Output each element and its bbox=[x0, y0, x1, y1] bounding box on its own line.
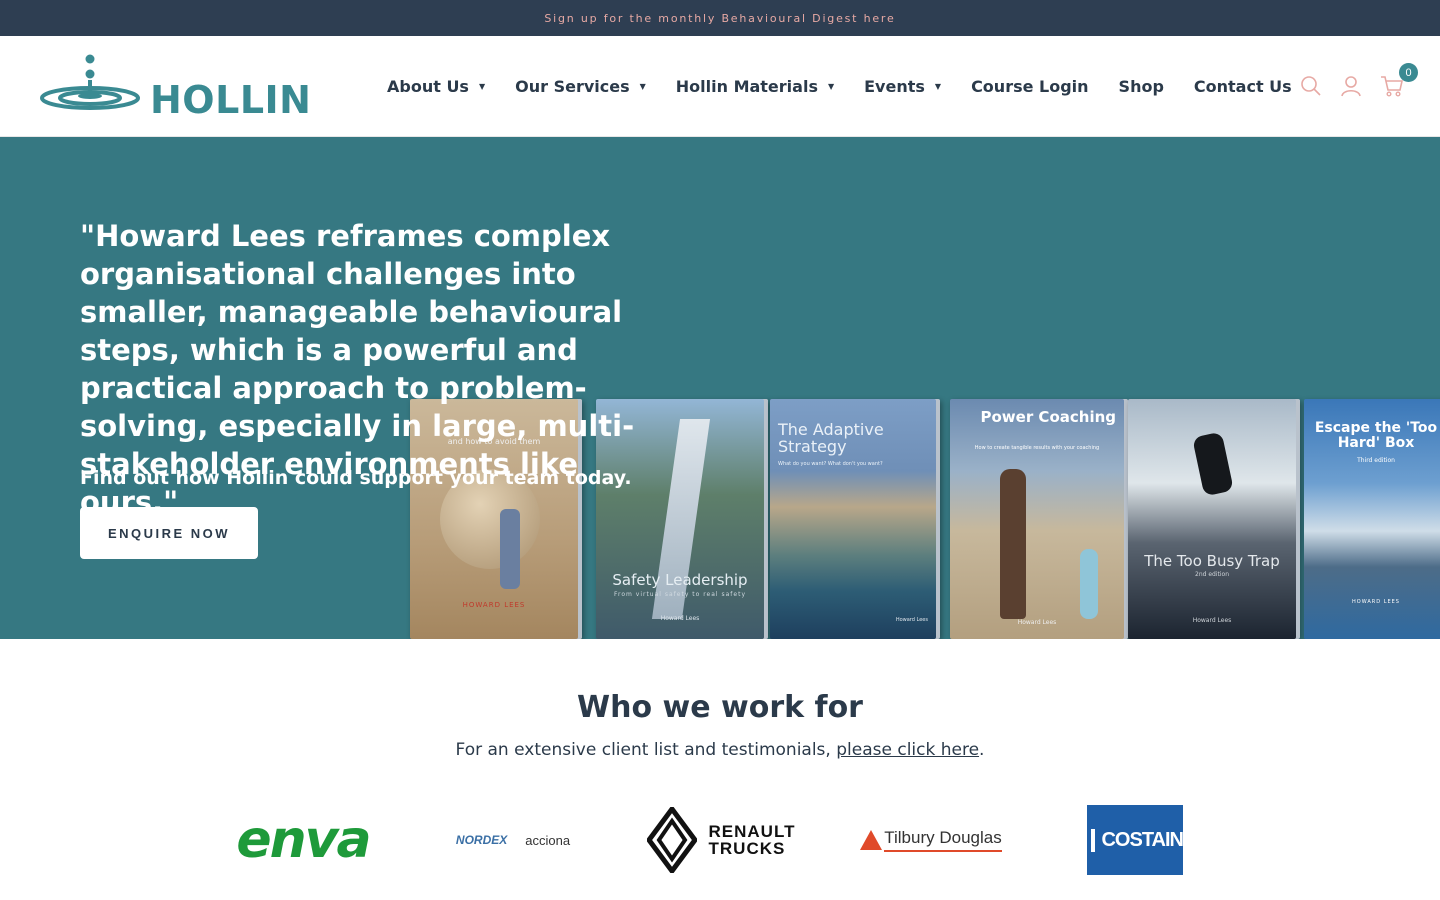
cart-icon[interactable]: 0 bbox=[1380, 63, 1418, 97]
renault-diamond-icon bbox=[646, 807, 697, 873]
cart-count-badge: 0 bbox=[1399, 63, 1418, 82]
client-logos: enva NORDEX acciona RENAULT TRUCKS Tilbu… bbox=[0, 800, 1440, 880]
nav-label: About Us bbox=[387, 76, 469, 96]
logo-text: TRUCKS bbox=[708, 839, 786, 858]
search-icon[interactable] bbox=[1300, 75, 1322, 97]
client-logo-tilbury-douglas: Tilbury Douglas bbox=[850, 800, 1010, 880]
nav-hollin-materials[interactable]: Hollin Materials ▼ bbox=[676, 77, 834, 96]
book-title: Power Coaching bbox=[980, 408, 1116, 426]
hero-subtitle: Find out how Hollin could support your t… bbox=[80, 467, 632, 489]
announcement-bar[interactable]: Sign up for the monthly Behavioural Dige… bbox=[0, 0, 1440, 36]
intro-text: For an extensive client list and testimo… bbox=[455, 740, 837, 760]
nav-contact-us[interactable]: Contact Us bbox=[1194, 77, 1292, 96]
logo-text: acciona bbox=[525, 832, 571, 848]
logo-text: NORDEX bbox=[455, 833, 508, 847]
jumping-person-image bbox=[1192, 431, 1234, 497]
brand-name: HOLLIN bbox=[150, 78, 312, 122]
child-image bbox=[1080, 549, 1098, 619]
ripple-logo-icon bbox=[40, 54, 140, 110]
book-author: HOWARD LEES bbox=[1352, 599, 1400, 605]
stairs-image bbox=[651, 419, 711, 619]
book-cover[interactable]: The Adaptive Strategy What do you want? … bbox=[770, 399, 940, 639]
intro-period: . bbox=[979, 740, 985, 760]
nav-label: Contact Us bbox=[1193, 76, 1292, 96]
site-header: HOLLIN About Us ▼ Our Services ▼ Hollin Ma… bbox=[0, 36, 1440, 137]
enquire-now-button[interactable]: ENQUIRE NOW bbox=[80, 507, 258, 559]
client-logo-renault-trucks: RENAULT TRUCKS bbox=[636, 800, 806, 880]
logo-text: enva bbox=[236, 810, 371, 870]
caret-down-icon: ▼ bbox=[827, 81, 835, 91]
logo-text: Tilbury Douglas bbox=[884, 828, 1002, 852]
statue-image bbox=[1000, 469, 1026, 619]
client-logo-nordex-acciona: NORDEX acciona bbox=[428, 800, 598, 880]
nav-events[interactable]: Events ▼ bbox=[864, 77, 941, 96]
nav-course-login[interactable]: Course Login bbox=[971, 77, 1088, 96]
book-author: HOWARD LEES bbox=[462, 601, 526, 609]
header-icons: 0 bbox=[1282, 36, 1418, 136]
nav-shop[interactable]: Shop bbox=[1119, 77, 1164, 96]
hero-banner: and how to avoid them HOWARD LEES Safety… bbox=[0, 137, 1440, 639]
book-tagline: Third edition bbox=[1357, 457, 1395, 464]
nav-our-services[interactable]: Our Services ▼ bbox=[515, 77, 646, 96]
logo-text: RENAULT bbox=[708, 822, 796, 841]
caret-down-icon: ▼ bbox=[934, 81, 942, 91]
nav-label: Our Services bbox=[515, 76, 630, 96]
book-tagline: How to create tangible results with your… bbox=[974, 445, 1100, 451]
client-logo-costain: COSTAIN bbox=[1086, 800, 1184, 880]
book-cover[interactable]: The Too Busy Trap 2nd edition Howard Lee… bbox=[1128, 399, 1300, 639]
book-author: Howard Lees bbox=[1192, 617, 1232, 624]
tilbury-triangle-icon bbox=[860, 830, 883, 850]
nav-about-us[interactable]: About Us ▼ bbox=[387, 77, 485, 96]
client-list-intro: For an extensive client list and testimo… bbox=[0, 740, 1440, 760]
book-tagline: From virtual safety to real safety bbox=[614, 591, 746, 598]
book-title: The Too Busy Trap bbox=[1144, 552, 1280, 570]
book-author: Howard Lees bbox=[660, 615, 700, 622]
logo-text: COSTAIN bbox=[1091, 828, 1184, 852]
book-title: Escape the 'Too Hard' Box bbox=[1314, 420, 1438, 451]
book-tagline: What do you want? What don't you want? bbox=[778, 461, 883, 467]
caret-down-icon: ▼ bbox=[478, 81, 486, 91]
book-title: Safety Leadership bbox=[612, 571, 748, 589]
book-tagline: 2nd edition bbox=[1195, 571, 1229, 578]
caret-down-icon: ▼ bbox=[639, 81, 646, 91]
nav-label: Events bbox=[864, 76, 925, 96]
costain-block: COSTAIN bbox=[1087, 805, 1184, 875]
client-list-link[interactable]: please click here bbox=[836, 740, 979, 760]
user-icon[interactable] bbox=[1340, 75, 1362, 97]
client-logo-enva: enva bbox=[228, 800, 378, 880]
announcement-text[interactable]: Sign up for the monthly Behavioural Dige… bbox=[544, 12, 895, 25]
book-title: The Adaptive Strategy bbox=[778, 420, 884, 456]
book-cover[interactable]: Escape the 'Too Hard' Box Third edition … bbox=[1304, 399, 1440, 639]
book-author: Howard Lees bbox=[895, 617, 928, 623]
person-image bbox=[500, 509, 520, 589]
site-logo[interactable]: HOLLIN bbox=[38, 54, 311, 122]
section-heading: Who we work for bbox=[577, 690, 863, 725]
nav-label: Hollin Materials bbox=[675, 76, 818, 96]
main-nav: About Us ▼ Our Services ▼ Hollin Materials… bbox=[387, 36, 1322, 136]
book-cover[interactable]: Power Coaching How to create tangible re… bbox=[950, 399, 1128, 639]
nav-label: Shop bbox=[1118, 76, 1164, 96]
book-author: Howard Lees bbox=[1017, 619, 1057, 626]
nav-label: Course Login bbox=[971, 76, 1089, 96]
